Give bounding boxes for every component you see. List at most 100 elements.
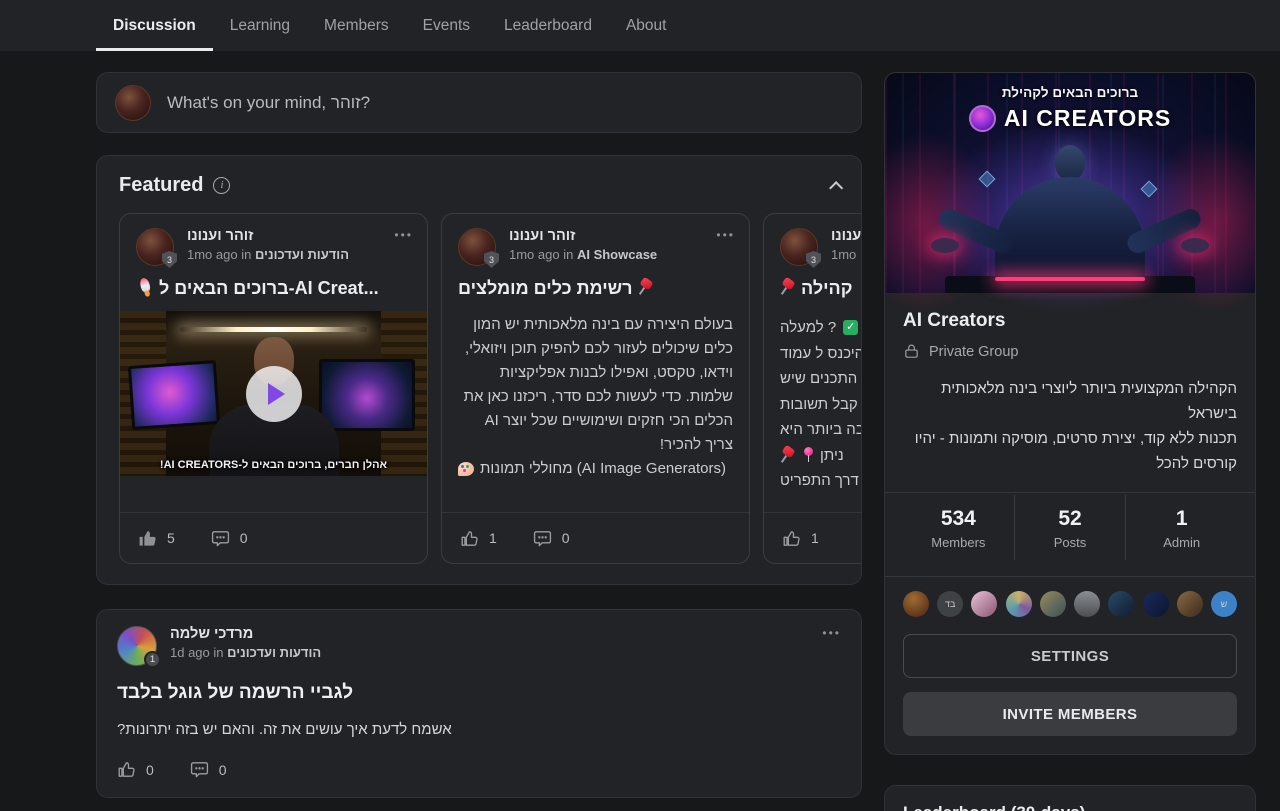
author-avatar[interactable]: 3 [458, 228, 496, 266]
divider [885, 576, 1255, 577]
more-options-icon[interactable]: ••• [394, 228, 413, 242]
composer-prompt: What's on your mind, זוהר? [167, 93, 370, 113]
comment-icon [533, 529, 552, 548]
featured-card-tools[interactable]: 3 זוהר וענונו 1mo ago in AI Showcase •••… [441, 213, 750, 564]
post-channel[interactable]: AI Showcase [577, 247, 657, 262]
member-avatar[interactable] [903, 591, 929, 617]
featured-card-header: 3 זוהר וענונו 1mo [764, 214, 861, 266]
like-button[interactable] [782, 529, 801, 548]
settings-button[interactable]: SETTINGS [903, 634, 1237, 678]
level-badge: 1 [144, 651, 161, 668]
banner-figure-head [1055, 145, 1085, 181]
tab-about[interactable]: About [609, 0, 684, 51]
stat-label: Posts [1015, 535, 1126, 550]
tab-leaderboard[interactable]: Leaderboard [487, 0, 609, 51]
member-avatar[interactable]: ש [1211, 591, 1237, 617]
member-avatar[interactable]: בד [937, 591, 963, 617]
author-name[interactable]: מרדכי שלמה [170, 626, 321, 642]
author-name[interactable]: זוהר וענונו [831, 228, 861, 244]
post-time: 1d ago in [170, 645, 224, 660]
member-avatar[interactable] [1074, 591, 1100, 617]
member-avatar[interactable] [1040, 591, 1066, 617]
member-avatar[interactable] [1143, 591, 1169, 617]
leaderboard-card: Leaderboard (30-days) [884, 785, 1256, 811]
round-pin-emoji [803, 447, 813, 463]
feed-post[interactable]: 1 מרדכי שלמה 1d ago in הודעות ועדכונים •… [96, 609, 862, 798]
video-thumbnail[interactable]: אהלן חברים, ברוכים הבאים ל-AI CREATORS! [120, 311, 427, 476]
divider [885, 492, 1255, 493]
tab-members[interactable]: Members [307, 0, 406, 51]
stat-value: 52 [1015, 507, 1126, 531]
thumbs-up-icon [782, 529, 801, 548]
member-avatar[interactable] [1177, 591, 1203, 617]
body-line: דרך התפריט [780, 468, 861, 494]
post-title[interactable]: ברוכים הבאים ל-AI Creat... [120, 266, 427, 309]
author-avatar[interactable]: 1 [117, 626, 157, 666]
member-avatars: בד ש [903, 591, 1237, 617]
post-body-note: מחוללי תמונות (AI Image Generators) [442, 457, 749, 481]
stat-posts[interactable]: 52 Posts [1014, 495, 1126, 560]
check-emoji: ✓ [843, 320, 858, 335]
author-name[interactable]: זוהר וענונו [187, 228, 349, 244]
like-count: 1 [489, 530, 497, 546]
comment-button[interactable] [211, 529, 230, 548]
stat-value: 1 [1126, 507, 1237, 531]
post-title[interactable]: רשימת כלים מומלצים [442, 266, 749, 309]
comment-button[interactable] [533, 529, 552, 548]
rocket-emoji [134, 276, 156, 298]
banner-figure-hand [1181, 238, 1209, 253]
more-options-icon[interactable]: ••• [822, 626, 841, 640]
stat-members[interactable]: 534 Members [903, 495, 1014, 560]
group-banner[interactable]: ברוכים הבאים לקהילת AI CREATORS [885, 73, 1255, 293]
post-meta: 1mo [831, 247, 861, 262]
post-composer[interactable]: What's on your mind, זוהר? [96, 72, 862, 133]
current-user-avatar[interactable] [115, 85, 151, 121]
like-button[interactable] [117, 760, 136, 779]
post-meta: 1d ago in הודעות ועדכונים [170, 645, 321, 660]
post-title-text: ברוכים הבאים ל-AI Creat... [159, 278, 379, 298]
author-block: זוהר וענונו 1mo ago in AI Showcase [509, 228, 657, 262]
post-time: 1mo [831, 247, 856, 262]
invite-members-button[interactable]: INVITE MEMBERS [903, 692, 1237, 736]
palette-emoji [458, 462, 474, 476]
author-name[interactable]: זוהר וענונו [509, 228, 657, 244]
tab-discussion[interactable]: Discussion [96, 0, 213, 51]
top-navigation: Discussion Learning Members Events Leade… [0, 0, 1280, 51]
author-avatar[interactable]: 3 [136, 228, 174, 266]
member-avatar[interactable] [1108, 591, 1134, 617]
post-title[interactable]: לגביי הרשמה של גוגל בלבד [117, 682, 841, 704]
featured-section: Featured i 3 זוהר וענונו 1mo ago in הודע… [96, 155, 862, 585]
featured-card-community[interactable]: 3 זוהר וענונו 1mo קהילה ? למעלה✓ היכנס ל [763, 213, 861, 564]
comment-button[interactable] [190, 760, 209, 779]
author-block: מרדכי שלמה 1d ago in הודעות ועדכונים [170, 626, 321, 660]
info-icon[interactable]: i [213, 177, 230, 194]
tab-events[interactable]: Events [406, 0, 487, 51]
banner-keyboard-glow [995, 277, 1145, 281]
group-info: AI Creators Private Group הקהילה המקצועי… [885, 293, 1255, 754]
banner-brand-text: AI CREATORS [1004, 105, 1171, 132]
author-avatar[interactable]: 3 [780, 228, 818, 266]
comment-count: 0 [219, 762, 227, 778]
thumb-decor [180, 327, 367, 332]
post-footer: 1 0 [442, 512, 749, 563]
member-avatar[interactable] [971, 591, 997, 617]
main-column: What's on your mind, זוהר? Featured i 3 [96, 72, 862, 798]
body-line: ניתן [780, 443, 861, 469]
post-channel[interactable]: הודעות ועדכונים [255, 247, 349, 262]
like-button[interactable] [460, 529, 479, 548]
member-avatar[interactable] [1006, 591, 1032, 617]
author-block: זוהר וענונו 1mo ago in הודעות ועדכונים [187, 228, 349, 262]
stat-admins[interactable]: 1 Admin [1125, 495, 1237, 560]
play-button[interactable] [246, 366, 302, 422]
more-options-icon[interactable]: ••• [716, 228, 735, 242]
post-channel[interactable]: הודעות ועדכונים [227, 645, 321, 660]
video-caption: אהלן חברים, ברוכים הבאים ל-AI CREATORS! [120, 459, 427, 471]
banner-brand-row: AI CREATORS [885, 105, 1255, 132]
tab-learning[interactable]: Learning [213, 0, 307, 51]
post-time: 1mo ago in [187, 247, 251, 262]
post-title[interactable]: קהילה [764, 266, 861, 309]
like-button[interactable] [138, 529, 157, 548]
stat-label: Admin [1126, 535, 1237, 550]
chevron-up-icon[interactable] [829, 181, 843, 195]
featured-card-welcome[interactable]: 3 זוהר וענונו 1mo ago in הודעות ועדכונים… [119, 213, 428, 564]
